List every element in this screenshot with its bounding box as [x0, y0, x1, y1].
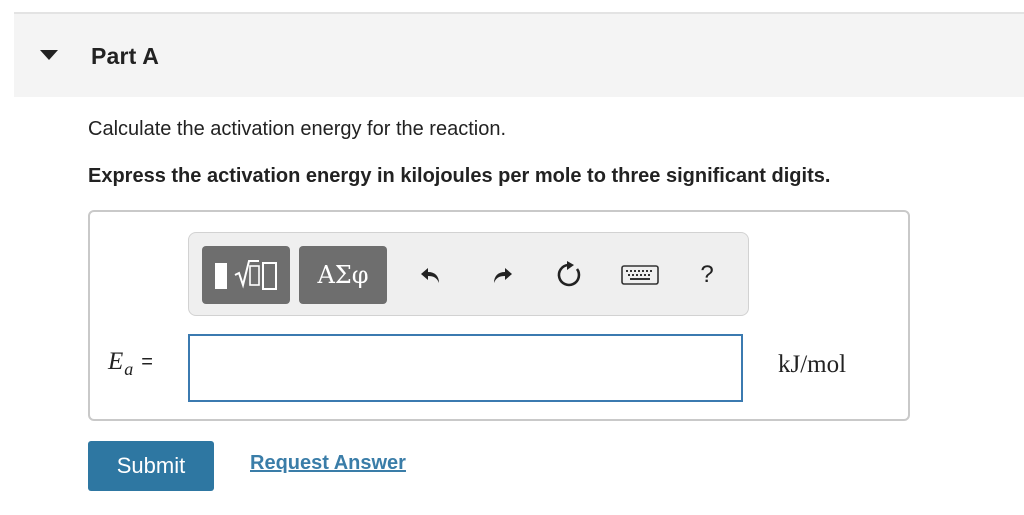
submit-button[interactable]: Submit — [88, 441, 214, 491]
request-answer-link[interactable]: Request Answer — [250, 452, 406, 475]
equals-sign: = — [141, 351, 153, 373]
answer-label: Ea = — [108, 348, 153, 379]
help-button[interactable]: ? — [687, 255, 727, 295]
question-instruction: Express the activation energy in kilojou… — [88, 165, 831, 187]
redo-icon[interactable] — [482, 255, 522, 295]
answer-units: kJ/mol — [778, 351, 847, 378]
templates-icon — [215, 260, 277, 290]
symbols-button[interactable]: ΑΣφ — [299, 246, 387, 304]
part-title: Part A — [91, 43, 160, 69]
answer-box: ΑΣφ ? Ea = kJ/mol — [88, 210, 910, 421]
reset-icon[interactable] — [550, 255, 590, 295]
templates-button[interactable] — [202, 246, 290, 304]
triangle-down-icon[interactable] — [40, 50, 58, 60]
question-prompt: Calculate the activation energy for the … — [88, 118, 507, 140]
answer-input[interactable] — [188, 334, 743, 402]
answer-variable: E — [108, 348, 124, 375]
math-toolbar: ΑΣφ ? — [188, 232, 749, 316]
page: Part A Calculate the activation energy f… — [0, 0, 1024, 515]
part-header[interactable]: Part A — [14, 14, 1024, 97]
keyboard-icon[interactable] — [619, 255, 661, 295]
undo-icon[interactable] — [411, 255, 451, 295]
answer-subscript: a — [124, 359, 134, 379]
